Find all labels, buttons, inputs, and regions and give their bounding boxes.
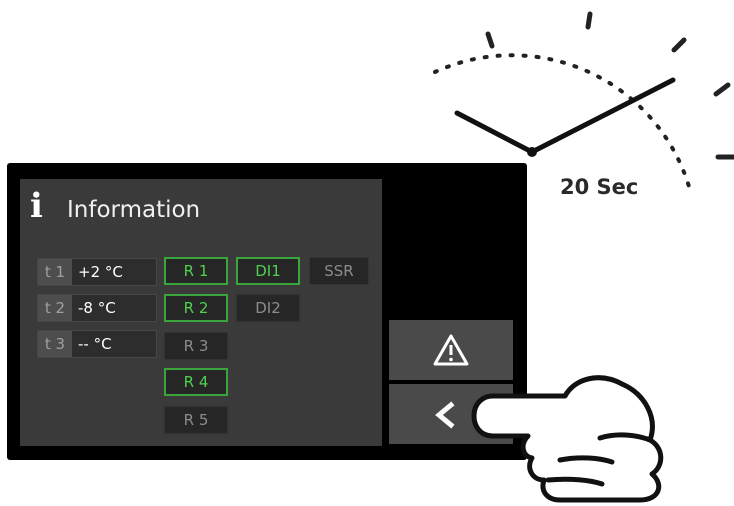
pointing-hand-icon — [471, 375, 664, 503]
